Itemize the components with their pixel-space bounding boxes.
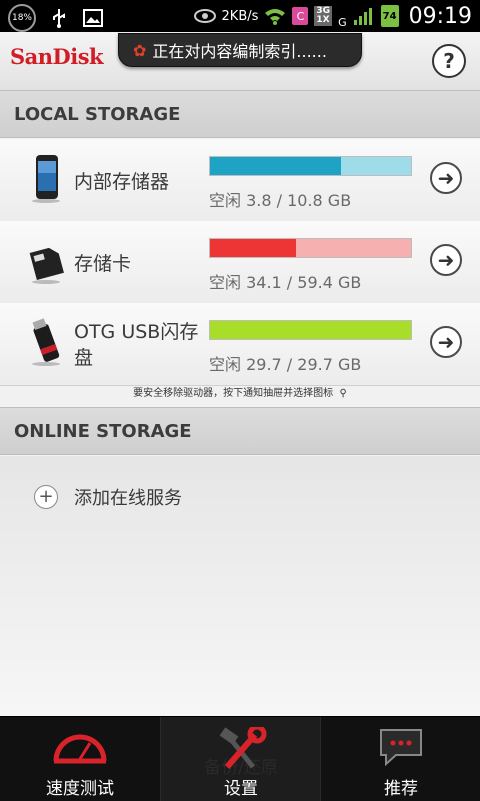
plus-icon: + <box>34 485 58 509</box>
storage-free-text: 空闲 34.1 / 59.4 GB <box>209 273 362 292</box>
storage-free-text: 空闲 29.7 / 29.7 GB <box>209 355 362 374</box>
phone-icon <box>26 153 66 203</box>
storage-row-otg[interactable]: OTG USB闪存盘 空闲 29.7 / 29.7 GB ➜ <box>0 303 480 386</box>
image-icon <box>82 7 104 29</box>
help-button[interactable]: ? <box>432 44 466 78</box>
clock: 09:19 <box>408 3 472 29</box>
wifi-icon <box>264 5 286 27</box>
storage-name: 内部存储器 <box>74 171 170 193</box>
network-type: 3G 1X <box>314 6 333 26</box>
tab-recommend[interactable]: 推荐 <box>320 717 480 801</box>
sandisk-logo: SanDisk <box>10 44 104 69</box>
usb-drive-icon <box>26 317 66 367</box>
storage-name: 存储卡 <box>74 253 132 275</box>
toast-text: 正在对内容编制索引...... <box>152 42 327 61</box>
chat-bubble-icon <box>379 729 422 767</box>
eject-tip: 要安全移除驱动器，按下通知抽屉并选择图标 ⚲ <box>0 384 480 399</box>
tab-settings[interactable]: 备份/还原 设置 <box>160 717 320 801</box>
arrow-right-icon[interactable]: ➜ <box>430 244 462 276</box>
tools-icon <box>219 727 266 769</box>
arrow-right-icon[interactable]: ➜ <box>430 326 462 358</box>
bottom-tab-bar: 速度测试 备份/还原 设置 推荐 <box>0 716 480 801</box>
usb-icon <box>48 7 70 29</box>
usb-icon: ⚲ <box>336 388 347 399</box>
tab-label: 设置 <box>224 779 258 799</box>
battery-percent-icon: 18% <box>8 4 36 32</box>
network-speed: 2KB/s <box>221 8 259 24</box>
storage-row-internal[interactable]: 内部存储器 空闲 3.8 / 10.8 GB ➜ <box>0 139 480 222</box>
storage-name: OTG USB闪存盘 <box>74 321 199 369</box>
storage-usage-bar <box>209 156 412 176</box>
tab-label: 推荐 <box>384 779 418 799</box>
signal-icon <box>353 5 375 27</box>
sd-card-icon <box>26 235 66 285</box>
arrow-right-icon[interactable]: ➜ <box>430 162 462 194</box>
tab-label: 速度测试 <box>46 779 114 799</box>
online-storage-header: ONLINE STORAGE <box>0 407 480 455</box>
eject-tip-text: 要安全移除驱动器，按下通知抽屉并选择图标 <box>133 388 334 399</box>
indexing-toast: ✿ 正在对内容编制索引...... <box>118 33 362 67</box>
local-storage-header: LOCAL STORAGE <box>0 90 480 138</box>
battery-icon: 74 <box>380 5 399 27</box>
tab-speed-test[interactable]: 速度测试 <box>0 717 160 801</box>
app-notification-icon: C <box>292 7 309 25</box>
network-g: G <box>338 16 347 29</box>
add-online-service-button[interactable]: + 添加在线服务 <box>34 484 182 510</box>
eye-icon <box>193 5 216 27</box>
status-bar: 18% 2KB/s C 3G 1X G 74 09:19 <box>0 0 480 32</box>
add-service-label: 添加在线服务 <box>74 488 182 509</box>
speedometer-icon <box>53 734 107 764</box>
storage-usage-bar <box>209 238 412 258</box>
storage-free-text: 空闲 3.8 / 10.8 GB <box>209 191 352 210</box>
storage-usage-bar <box>209 320 412 340</box>
squirrel-icon: ✿ <box>133 40 147 60</box>
storage-row-card[interactable]: 存储卡 空闲 34.1 / 59.4 GB ➜ <box>0 221 480 304</box>
